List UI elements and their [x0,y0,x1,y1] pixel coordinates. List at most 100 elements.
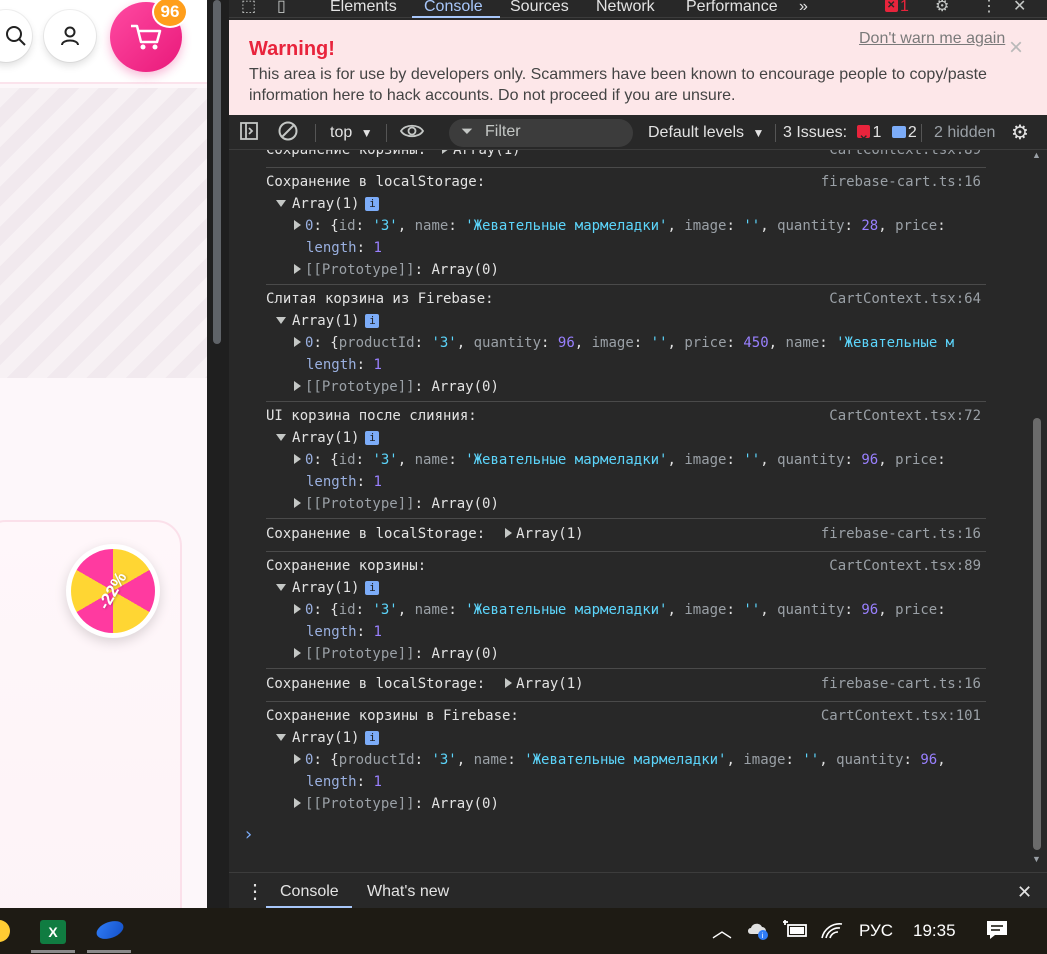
scroll-down-icon[interactable]: ▼ [1032,854,1041,864]
array-header[interactable]: Array(1) i [276,427,380,449]
tab-performance[interactable]: Performance [686,0,778,18]
collapsed-array[interactable]: Array(1) [516,526,583,542]
prototype-row[interactable]: [[Prototype]]: Array(0) [294,376,499,398]
search-button[interactable] [0,10,32,62]
item-token: : [844,602,862,618]
collapsed-array[interactable]: Array(1) [453,150,520,158]
error-counter[interactable]: 1 [885,0,909,16]
prototype-row[interactable]: [[Prototype]]: Array(0) [294,793,499,815]
battery-icon[interactable] [782,908,808,954]
device-toolbar-icon[interactable]: ▯ [277,0,286,16]
array-item[interactable]: 0: {id: '3', name: 'Жевательные мармелад… [294,215,946,237]
emoji-app-icon[interactable] [0,920,10,942]
tab-network[interactable]: Network [596,0,655,18]
issue-info-icon [891,126,906,138]
source-link[interactable]: CartContext.tsx:72 [829,405,981,427]
issues-button[interactable]: 3 Issues: 1 2 [783,116,917,157]
inspect-element-icon[interactable]: ⬚ [241,0,256,16]
discount-wheel[interactable]: -22% [66,544,160,638]
console-settings-gear-icon[interactable]: ⚙ [1011,116,1029,150]
warning-close-icon[interactable]: × [1009,34,1023,62]
info-icon[interactable]: i [365,314,380,328]
drawer-tab-console[interactable]: Console [280,873,339,909]
info-icon[interactable]: i [365,431,380,445]
item-token: image [684,218,727,234]
clock[interactable]: 19:35 [913,908,956,954]
more-tabs-icon[interactable]: » [799,0,808,18]
expand-arrow-icon[interactable] [294,264,301,274]
array-header[interactable]: Array(1) i [276,727,380,749]
page-scrollbar[interactable] [207,0,229,908]
keyboard-language[interactable]: РУС [859,908,893,954]
array-item[interactable]: 0: {id: '3', name: 'Жевательные мармелад… [294,599,946,621]
prototype-row[interactable]: [[Prototype]]: Array(0) [294,643,499,665]
expand-arrow-icon[interactable] [294,754,301,764]
expand-arrow-icon[interactable] [294,381,301,391]
collapse-arrow-icon[interactable] [276,584,286,591]
expand-arrow-icon[interactable] [294,648,301,658]
expand-arrow-icon[interactable] [505,678,513,688]
source-link[interactable]: firebase-cart.ts:16 [821,523,981,545]
length-key: length [306,624,357,640]
expand-arrow-icon[interactable] [294,604,301,614]
info-icon[interactable]: i [365,581,380,595]
source-link[interactable]: CartContext.tsx:101 [821,705,981,727]
wifi-icon[interactable] [820,908,844,954]
expand-arrow-icon[interactable] [294,454,301,464]
info-icon[interactable]: i [365,197,380,211]
array-header[interactable]: Array(1) i [276,577,380,599]
expand-arrow-icon[interactable] [294,220,301,230]
collapse-arrow-icon[interactable] [276,200,286,207]
prototype-row[interactable]: [[Prototype]]: Array(0) [294,259,499,281]
expand-arrow-icon[interactable] [505,528,513,538]
drawer-menu-icon[interactable]: ⋮ [245,873,265,909]
excel-icon[interactable]: X [40,920,66,944]
collapse-arrow-icon[interactable] [276,734,286,741]
message-text: Слитая корзина из Firebase: [266,288,494,310]
clear-console-icon[interactable] [277,116,299,150]
console-scrollbar-thumb[interactable] [1033,418,1041,850]
profile-button[interactable] [44,10,96,62]
show-hidden-icons-chevron-up-icon[interactable]: ︿ [712,908,732,954]
context-selector[interactable]: top ▼ [330,116,373,150]
console-prompt[interactable]: › [243,824,254,845]
live-expression-eye-icon[interactable] [399,116,425,150]
array-item[interactable]: 0: {id: '3', name: 'Жевательные мармелад… [294,449,946,471]
array-item[interactable]: 0: {productId: '3', name: 'Жевательные м… [294,749,946,771]
expand-arrow-icon[interactable] [442,150,450,154]
array-item[interactable]: 0: {productId: '3', quantity: 96, image:… [294,332,954,354]
array-header[interactable]: Array(1) i [276,310,380,332]
source-link[interactable]: CartContext.tsx:64 [829,288,981,310]
tab-sources[interactable]: Sources [510,0,569,18]
page-scrollbar-thumb[interactable] [213,0,221,344]
collapsed-array[interactable]: Array(1) [516,676,583,692]
toggle-sidebar-icon[interactable] [239,116,259,150]
collapse-arrow-icon[interactable] [276,317,286,324]
tab-elements[interactable]: Elements [330,0,397,18]
app-shortcut-icon[interactable] [94,917,126,943]
close-drawer-icon[interactable]: ✕ [1017,873,1032,909]
settings-gear-icon[interactable]: ⚙ [935,0,949,16]
scroll-up-icon[interactable]: ▲ [1032,150,1041,160]
info-icon[interactable]: i [365,731,380,745]
expand-arrow-icon[interactable] [294,498,301,508]
close-devtools-icon[interactable]: ✕ [1013,0,1026,16]
source-link[interactable]: CartContext.tsx:89 [829,555,981,577]
array-header[interactable]: Array(1) i [276,193,380,215]
log-levels-dropdown[interactable]: Default levels ▼ [648,116,764,150]
cloud-sync-icon[interactable]: i [746,908,770,954]
collapse-arrow-icon[interactable] [276,434,286,441]
source-link[interactable]: firebase-cart.ts:16 [821,171,981,193]
more-options-icon[interactable]: ⋮ [981,0,997,16]
expand-arrow-icon[interactable] [294,798,301,808]
source-link[interactable]: CartContext.tsx:89 [829,150,981,161]
item-token: '3' [372,218,398,234]
drawer-tab-whats-new[interactable]: What's new [367,873,449,909]
notifications-icon[interactable] [985,908,1009,954]
prototype-row[interactable]: [[Prototype]]: Array(0) [294,493,499,515]
expand-arrow-icon[interactable] [294,337,301,347]
dont-warn-again-link[interactable]: Don't warn me again [859,30,1005,48]
console-scrollbar[interactable]: ▲ ▼ [1031,150,1043,868]
source-link[interactable]: firebase-cart.ts:16 [821,673,981,695]
filter-input[interactable]: ⏷ Filter [449,119,633,147]
